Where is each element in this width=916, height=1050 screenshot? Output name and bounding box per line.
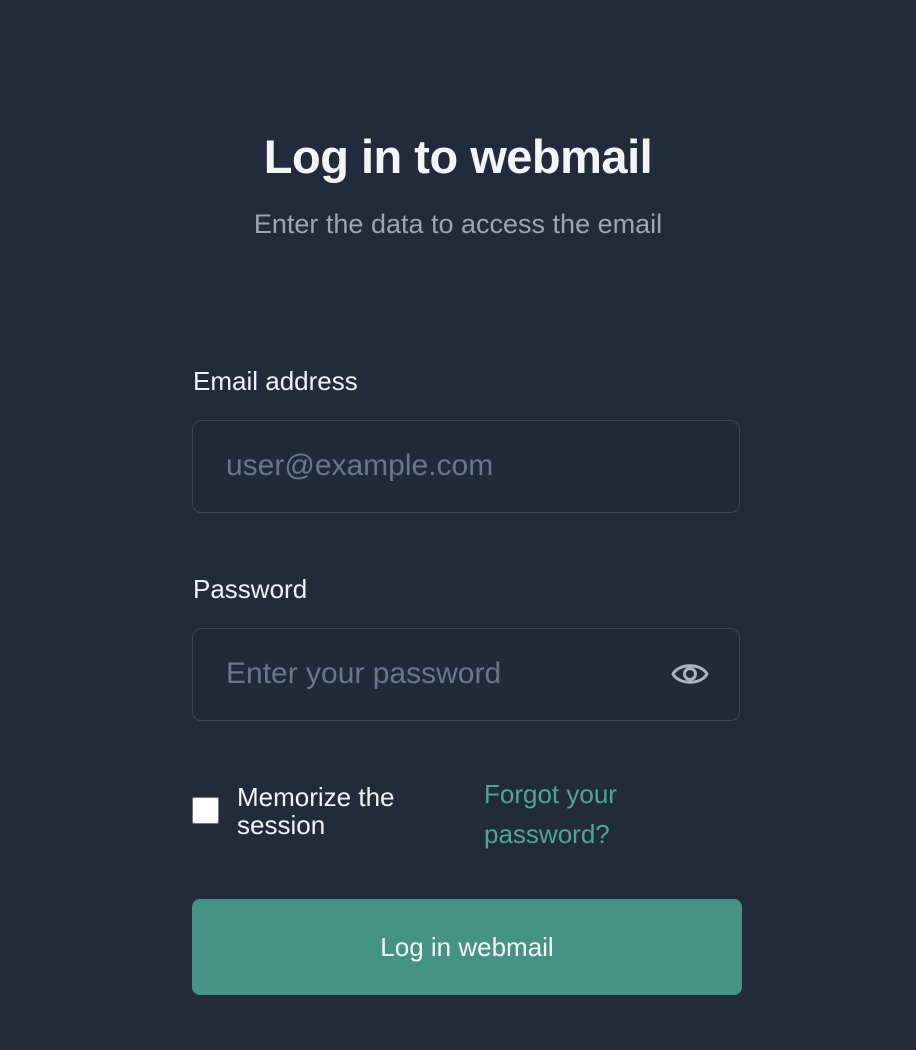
- page-subtitle: Enter the data to access the email: [253, 209, 663, 239]
- email-field: [192, 420, 740, 513]
- login-button[interactable]: Log in webmail: [192, 899, 742, 995]
- forgot-password-link[interactable]: Forgot your password?: [484, 774, 704, 854]
- password-field: [192, 628, 740, 721]
- remember-label[interactable]: Memorize the session: [237, 783, 467, 839]
- email-input[interactable]: [226, 421, 666, 511]
- password-input[interactable]: [226, 629, 666, 719]
- password-label: Password: [193, 574, 308, 604]
- login-page: Log in to webmail Enter the data to acce…: [0, 0, 916, 1050]
- email-label: Email address: [193, 366, 358, 396]
- show-password-button[interactable]: [671, 658, 709, 690]
- remember-checkbox[interactable]: [192, 797, 219, 824]
- eye-icon: [671, 664, 709, 684]
- page-title: Log in to webmail: [263, 130, 653, 183]
